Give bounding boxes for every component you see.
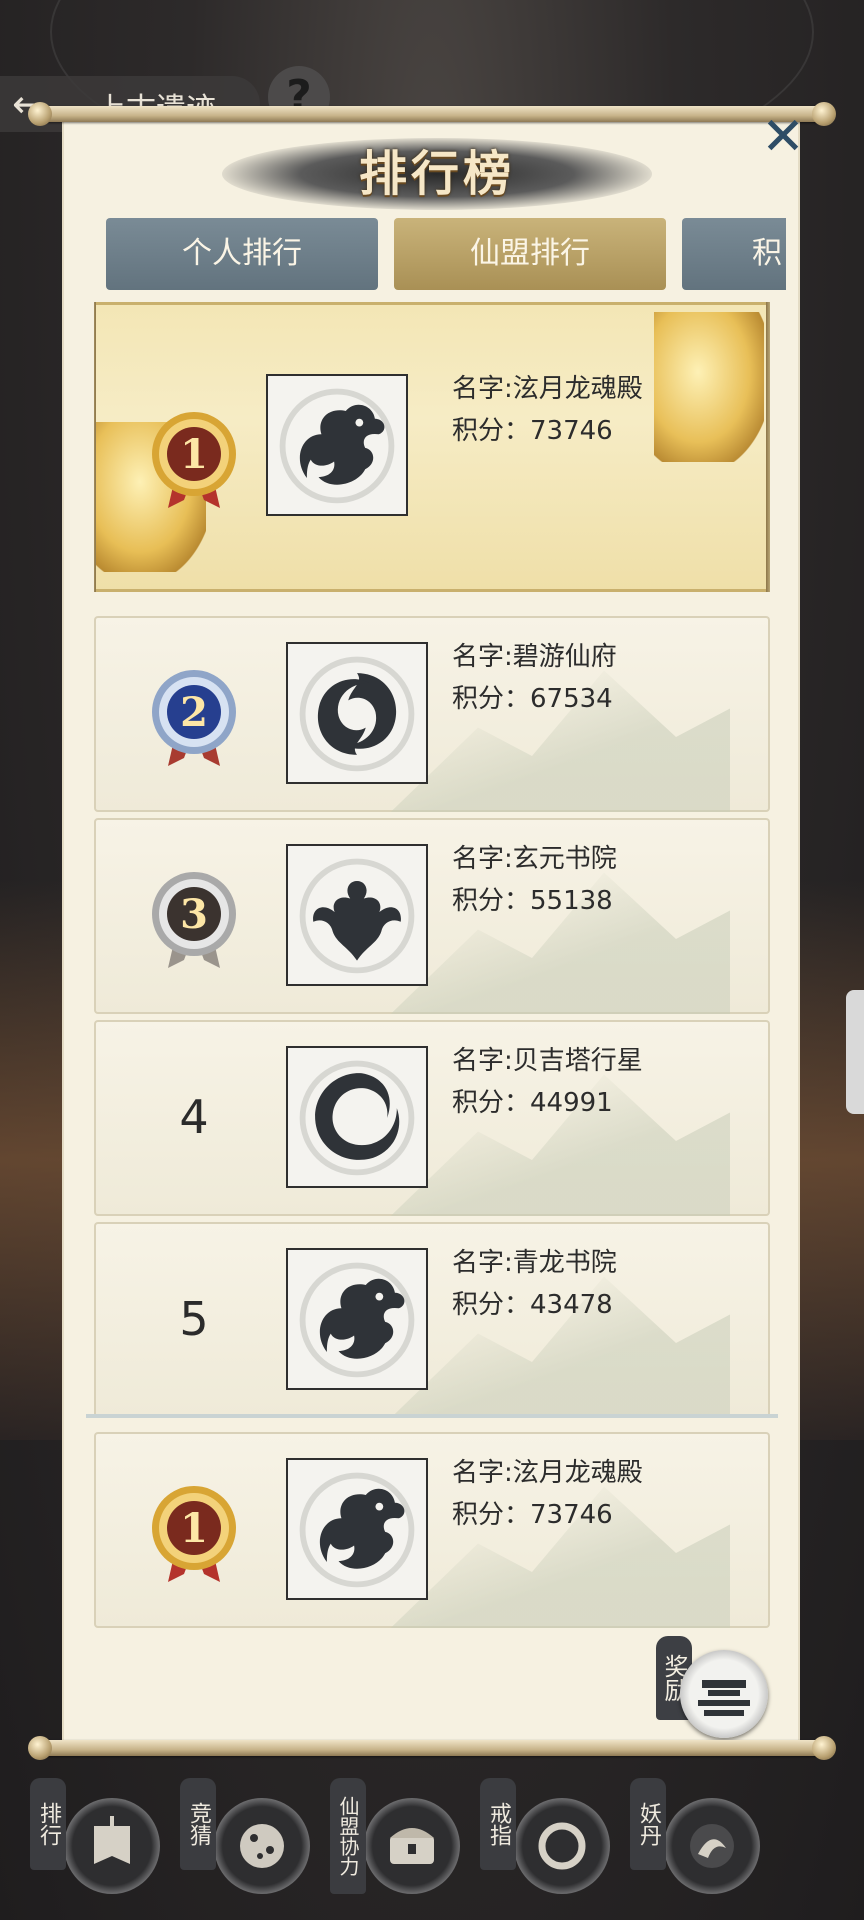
nav-item-demon-core[interactable]: 妖丹 [630, 1778, 770, 1908]
blue-medal-icon: 2 [144, 662, 244, 770]
wave-emblem-icon [286, 642, 428, 784]
reward-chest-icon [698, 1680, 750, 1716]
alliance-name: 名字:贝吉塔行星 [452, 1046, 643, 1076]
list-item[interactable]: 2 名字:碧游仙府 积分：67534 [94, 616, 770, 812]
nav-label: 仙盟协力 [330, 1778, 366, 1894]
alliance-score: 积分：67534 [452, 684, 613, 714]
list-item[interactable]: 3 名字:玄元书院 积分：55138 [94, 818, 770, 1014]
rank-number: 4 [179, 1090, 209, 1144]
nav-label: 戒指 [480, 1778, 516, 1870]
nav-label: 妖丹 [630, 1778, 666, 1870]
rank-number: 5 [179, 1292, 209, 1346]
treasure-chest-icon [364, 1798, 460, 1894]
nav-label: 排行 [30, 1778, 66, 1870]
side-drawer-handle[interactable] [846, 990, 864, 1114]
medal-rank-text: 2 [180, 689, 208, 736]
alliance-name: 名字:泫月龙魂殿 [452, 1458, 643, 1488]
nav-item-ring[interactable]: 戒指 [480, 1778, 620, 1908]
dragon-emblem-icon [286, 1248, 428, 1390]
nav-item-alliance-assist[interactable]: 仙盟协力 [330, 1778, 470, 1908]
ranking-list[interactable]: 1 名字:泫月龙魂殿 积分：73746 2 名字:碧游仙府 积分：67534 3… [94, 302, 770, 1414]
gold-medal-icon: 1 [144, 1478, 244, 1586]
orb-icon [664, 1798, 760, 1894]
tab-alliance-ranking[interactable]: 仙盟排行 [394, 218, 666, 290]
scroll-rod-bottom [28, 1736, 836, 1760]
ring-icon [514, 1798, 610, 1894]
list-item[interactable]: 1 名字:泫月龙魂殿 积分：73746 [94, 302, 770, 592]
gold-medal-icon: 1 [144, 404, 244, 512]
dice-icon [214, 1798, 310, 1894]
scroll-end-right [766, 302, 770, 592]
bottom-nav: 排行 竞猜 仙盟协力 戒指 妖丹 [0, 1770, 864, 1920]
alliance-name: 名字:青龙书院 [452, 1248, 617, 1278]
alliance-name: 名字:碧游仙府 [452, 642, 617, 672]
ranking-tabs: 个人排行 仙盟排行 积 [106, 218, 786, 292]
scroll-rod-top [28, 102, 836, 126]
my-alliance-row[interactable]: 1 名字:泫月龙魂殿 积分：73746 [94, 1432, 770, 1628]
silver-medal-icon: 3 [144, 864, 244, 972]
banner-icon [64, 1798, 160, 1894]
reward-button[interactable] [680, 1650, 768, 1738]
alliance-score: 积分：55138 [452, 886, 613, 916]
nav-item-ranking[interactable]: 排行 [30, 1778, 170, 1908]
close-icon[interactable]: ✕ [758, 111, 808, 163]
medal-rank-text: 1 [180, 431, 208, 478]
dragon-emblem-icon [266, 374, 408, 516]
medal-rank-text: 3 [180, 891, 208, 938]
alliance-score: 积分：73746 [452, 1500, 613, 1530]
nav-label: 竞猜 [180, 1778, 216, 1870]
panel-title: 排行榜 [358, 146, 515, 202]
medal-rank-text: 1 [180, 1505, 208, 1552]
list-item[interactable]: 4 名字:贝吉塔行星 积分：44991 [94, 1020, 770, 1216]
dragon-emblem-icon [286, 1458, 428, 1600]
tab-personal-ranking[interactable]: 个人排行 [106, 218, 378, 290]
alliance-score: 积分：43478 [452, 1290, 613, 1320]
phoenix-emblem-icon [286, 844, 428, 986]
list-item[interactable]: 5 名字:青龙书院 积分：43478 [94, 1222, 770, 1414]
alliance-score: 积分：73746 [452, 416, 613, 446]
tab-points-ranking[interactable]: 积 [682, 218, 786, 290]
phoenix-ornament-icon [654, 312, 764, 462]
crescent-emblem-icon [286, 1046, 428, 1188]
nav-item-guess[interactable]: 竞猜 [180, 1778, 320, 1908]
list-divider [86, 1414, 778, 1418]
alliance-name: 名字:泫月龙魂殿 [452, 374, 643, 404]
alliance-score: 积分：44991 [452, 1088, 613, 1118]
alliance-name: 名字:玄元书院 [452, 844, 617, 874]
